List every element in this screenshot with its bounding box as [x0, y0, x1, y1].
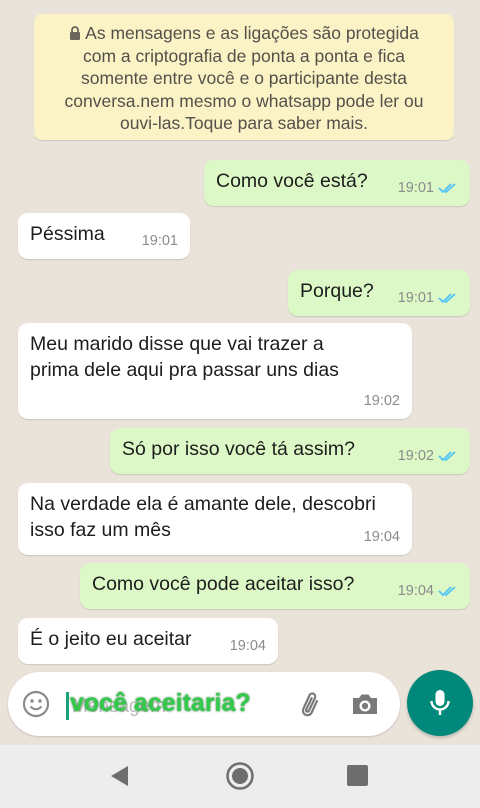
paperclip-icon[interactable]: [298, 690, 326, 720]
double-check-icon: [438, 183, 456, 194]
message-time: 19:04: [363, 529, 400, 545]
home-icon[interactable]: [225, 761, 255, 791]
message-time: 19:04: [397, 583, 434, 599]
message-meta: 19:01: [142, 228, 178, 254]
double-check-icon: [438, 586, 456, 597]
message-time: 19:01: [141, 233, 178, 249]
message-text: Na verdade ela é amante dele, descobri i…: [30, 493, 376, 541]
recents-icon[interactable]: [347, 765, 368, 786]
message-bubble-outgoing[interactable]: Como você pode aceitar isso? 19:04: [80, 563, 470, 609]
message-bubble-incoming[interactable]: É o jeito eu aceitar 19:04: [18, 618, 278, 664]
message-time: 19:01: [397, 180, 434, 196]
emoji-icon[interactable]: [22, 690, 50, 718]
message-bubble-incoming[interactable]: Meu marido disse que vai trazer a prima …: [18, 323, 412, 419]
message-time: 19:01: [397, 290, 434, 306]
message-bubble-outgoing[interactable]: Só por isso você tá assim? 19:02: [110, 428, 470, 474]
message-meta: 19:04: [230, 633, 266, 659]
message-time: 19:02: [397, 448, 434, 464]
message-meta: 19:02: [364, 388, 400, 414]
message-composer[interactable]: Mensagem você aceitaria?: [8, 672, 400, 736]
message-bubble-outgoing[interactable]: Porque? 19:01: [288, 270, 470, 316]
mic-button[interactable]: [407, 670, 473, 736]
message-text: Como você está?: [216, 170, 368, 192]
encryption-notice[interactable]: As mensagens e as ligações são protegida…: [34, 14, 454, 140]
message-meta: 19:04: [398, 578, 458, 604]
message-bubble-incoming[interactable]: Na verdade ela é amante dele, descobri i…: [18, 483, 412, 555]
message-text: Como você pode aceitar isso?: [92, 573, 355, 595]
message-text: Péssima: [30, 223, 105, 245]
system-nav-bar: [0, 745, 480, 808]
encryption-notice-text: As mensagens e as ligações são protegida…: [64, 23, 424, 133]
message-bubble-incoming[interactable]: Péssima 19:01: [18, 213, 190, 259]
message-meta: 19:02: [398, 443, 458, 469]
message-meta: 19:04: [364, 524, 400, 550]
message-meta: 19:01: [398, 285, 458, 311]
message-bubble-outgoing[interactable]: Como você está? 19:01: [204, 160, 470, 206]
message-meta: 19:01: [398, 175, 458, 201]
double-check-icon: [438, 293, 456, 304]
text-cursor: [66, 692, 69, 720]
overlay-caption: você aceitaria?: [70, 689, 251, 717]
lock-icon: [70, 26, 81, 40]
camera-icon[interactable]: [350, 691, 380, 717]
back-icon[interactable]: [108, 764, 130, 788]
message-time: 19:04: [229, 638, 266, 654]
double-check-icon: [438, 451, 456, 462]
message-time: 19:02: [363, 393, 400, 409]
message-text: Meu marido disse que vai trazer a prima …: [30, 333, 339, 381]
message-text: É o jeito eu aceitar: [30, 628, 192, 650]
message-text: Porque?: [300, 280, 374, 302]
message-text: Só por isso você tá assim?: [122, 438, 356, 460]
mic-icon: [430, 690, 450, 715]
